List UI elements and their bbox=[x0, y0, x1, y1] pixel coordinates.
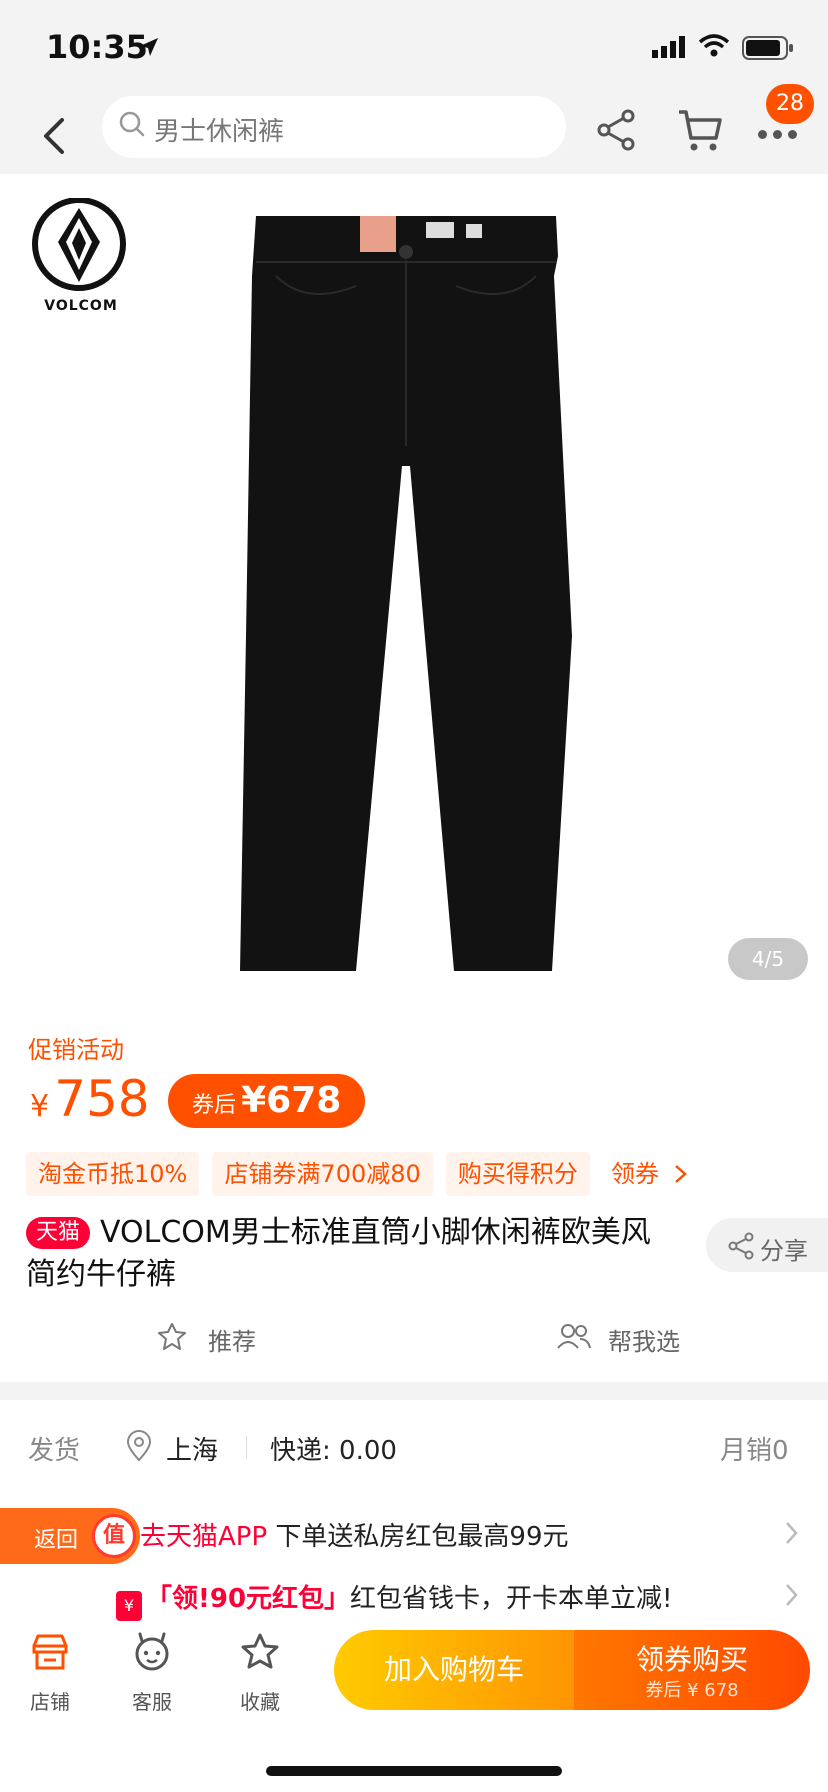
top-nav: 男士休闲裤 bbox=[0, 96, 828, 174]
coupon-price-label: 券后 bbox=[192, 1093, 237, 1118]
status-bar: 10:35 bbox=[0, 0, 828, 96]
return-button[interactable]: 返回 值 bbox=[0, 1508, 140, 1564]
price-value: 758 bbox=[54, 1070, 150, 1128]
add-to-cart-button[interactable]: 加入购物车 bbox=[334, 1630, 574, 1710]
red-packet-title: 「领!90元红包」 bbox=[146, 1584, 351, 1614]
get-coupon-link[interactable]: 领券 bbox=[603, 1152, 697, 1196]
shipping-label: 发货 bbox=[28, 1436, 81, 1466]
favorite-button[interactable]: 收藏 bbox=[220, 1632, 300, 1722]
help-choose-icon[interactable] bbox=[556, 1322, 592, 1350]
product-info: 促销活动 ¥ 758 券后 ¥678 淘金币抵10% 店铺券满700减80 购买… bbox=[0, 1006, 828, 1382]
chevron-right-icon bbox=[674, 1165, 687, 1183]
divider bbox=[246, 1436, 247, 1458]
favorite-label: 收藏 bbox=[240, 1690, 280, 1714]
star-icon bbox=[241, 1633, 279, 1669]
share-label: 分享 bbox=[760, 1237, 808, 1265]
promo-tag[interactable]: 购买得积分 bbox=[445, 1152, 590, 1196]
image-pager: 4/5 bbox=[728, 938, 808, 980]
more-badge: 28 bbox=[766, 84, 814, 124]
tmall-app-link: 去天猫APP bbox=[140, 1522, 268, 1552]
back-button[interactable] bbox=[34, 106, 74, 166]
product-photo bbox=[240, 216, 572, 971]
recommend-label[interactable]: 推荐 bbox=[208, 1322, 256, 1357]
search-input[interactable]: 男士休闲裤 bbox=[102, 96, 566, 158]
buy-with-coupon-button[interactable]: 领券购买 券后 ¥ 678 bbox=[574, 1630, 810, 1710]
buy-label: 领券购买 bbox=[635, 1643, 748, 1676]
shipping-fee: 快递: 0.00 bbox=[270, 1436, 397, 1466]
brand-logo-text: VOLCOM bbox=[44, 298, 118, 314]
get-coupon-label: 领券 bbox=[610, 1160, 659, 1188]
status-time: 10:35 bbox=[46, 28, 148, 66]
customer-service-button[interactable]: 客服 bbox=[112, 1632, 192, 1722]
product-title: 天猫 VOLCOM男士标准直筒小脚休闲裤欧美风简约牛仔裤 bbox=[26, 1212, 666, 1296]
store-label: 店铺 bbox=[30, 1690, 70, 1714]
customer-service-icon bbox=[135, 1632, 169, 1671]
promo-tags: 淘金币抵10% 店铺券满700减80 购买得积分 领券 bbox=[26, 1152, 828, 1196]
more-dot bbox=[773, 130, 782, 139]
promo-label: 促销活动 bbox=[28, 1036, 124, 1064]
promo-tag[interactable]: 淘金币抵10% bbox=[26, 1152, 200, 1196]
tmall-app-promo[interactable]: 去天猫APP 下单送私房红包最高99元 bbox=[140, 1516, 800, 1556]
currency-symbol: ¥ bbox=[30, 1089, 50, 1124]
promo-tag[interactable]: 店铺券满700减80 bbox=[212, 1152, 433, 1196]
location-arrow-icon bbox=[140, 38, 158, 56]
volcom-logo-icon bbox=[32, 197, 126, 291]
store-icon bbox=[32, 1634, 68, 1670]
product-detail-page: { "status_bar": { "time": "10:35" }, "na… bbox=[0, 0, 828, 1792]
shipping-row[interactable]: 发货 上海 快递: 0.00 月销0 bbox=[0, 1400, 828, 1496]
chevron-right-icon bbox=[786, 1584, 798, 1606]
value-badge-icon: 值 bbox=[92, 1514, 136, 1558]
coupon-price-badge: 券后 ¥678 bbox=[168, 1074, 366, 1128]
brand-logo: VOLCOM bbox=[26, 197, 136, 318]
customer-service-label: 客服 bbox=[132, 1690, 172, 1714]
red-packet-text: 红包省钱卡，开卡本单立减! bbox=[350, 1584, 673, 1614]
product-image-carousel[interactable]: VOLCOM 4/5 bbox=[0, 174, 828, 1006]
recommend-icon[interactable] bbox=[156, 1322, 188, 1352]
red-packet-icon: ¥ bbox=[116, 1591, 142, 1621]
return-label: 返回 bbox=[34, 1528, 79, 1553]
product-title-text: VOLCOM男士标准直筒小脚休闲裤欧美风简约牛仔裤 bbox=[26, 1215, 651, 1292]
battery-icon bbox=[742, 36, 793, 60]
red-packet-promo[interactable]: ¥ 「领!90元红包」红包省钱卡，开卡本单立减! bbox=[116, 1578, 800, 1621]
price: ¥ 758 bbox=[30, 1070, 150, 1128]
help-choose-label[interactable]: 帮我选 bbox=[608, 1322, 680, 1357]
bottom-action-bar: 店铺 客服 收藏 加入购物车 领券购买 券后 ¥ 678 bbox=[0, 1626, 828, 1792]
search-placeholder: 男士休闲裤 bbox=[154, 117, 285, 147]
store-button[interactable]: 店铺 bbox=[10, 1632, 90, 1722]
shipping-city: 上海 bbox=[166, 1436, 219, 1466]
signal-icon bbox=[652, 36, 685, 58]
chevron-right-icon bbox=[786, 1522, 798, 1544]
share-button[interactable]: 分享 bbox=[706, 1218, 828, 1272]
share-icon bbox=[728, 1232, 754, 1260]
share-icon[interactable] bbox=[596, 108, 638, 152]
more-dot bbox=[758, 130, 767, 139]
buy-sub-label: 券后 ¥ 678 bbox=[645, 1680, 739, 1701]
wifi-icon bbox=[698, 34, 730, 57]
recommend-row: 推荐 帮我选 bbox=[0, 1312, 828, 1362]
monthly-sales: 月销0 bbox=[720, 1436, 789, 1466]
more-dot bbox=[788, 130, 797, 139]
cart-icon[interactable] bbox=[676, 106, 724, 154]
tmall-badge: 天猫 bbox=[26, 1217, 91, 1249]
coupon-price-value: ¥678 bbox=[241, 1080, 342, 1121]
location-pin-icon bbox=[126, 1430, 152, 1462]
search-icon bbox=[119, 111, 145, 137]
tmall-app-text: 下单送私房红包最高99元 bbox=[275, 1522, 569, 1552]
home-indicator[interactable] bbox=[266, 1766, 562, 1776]
